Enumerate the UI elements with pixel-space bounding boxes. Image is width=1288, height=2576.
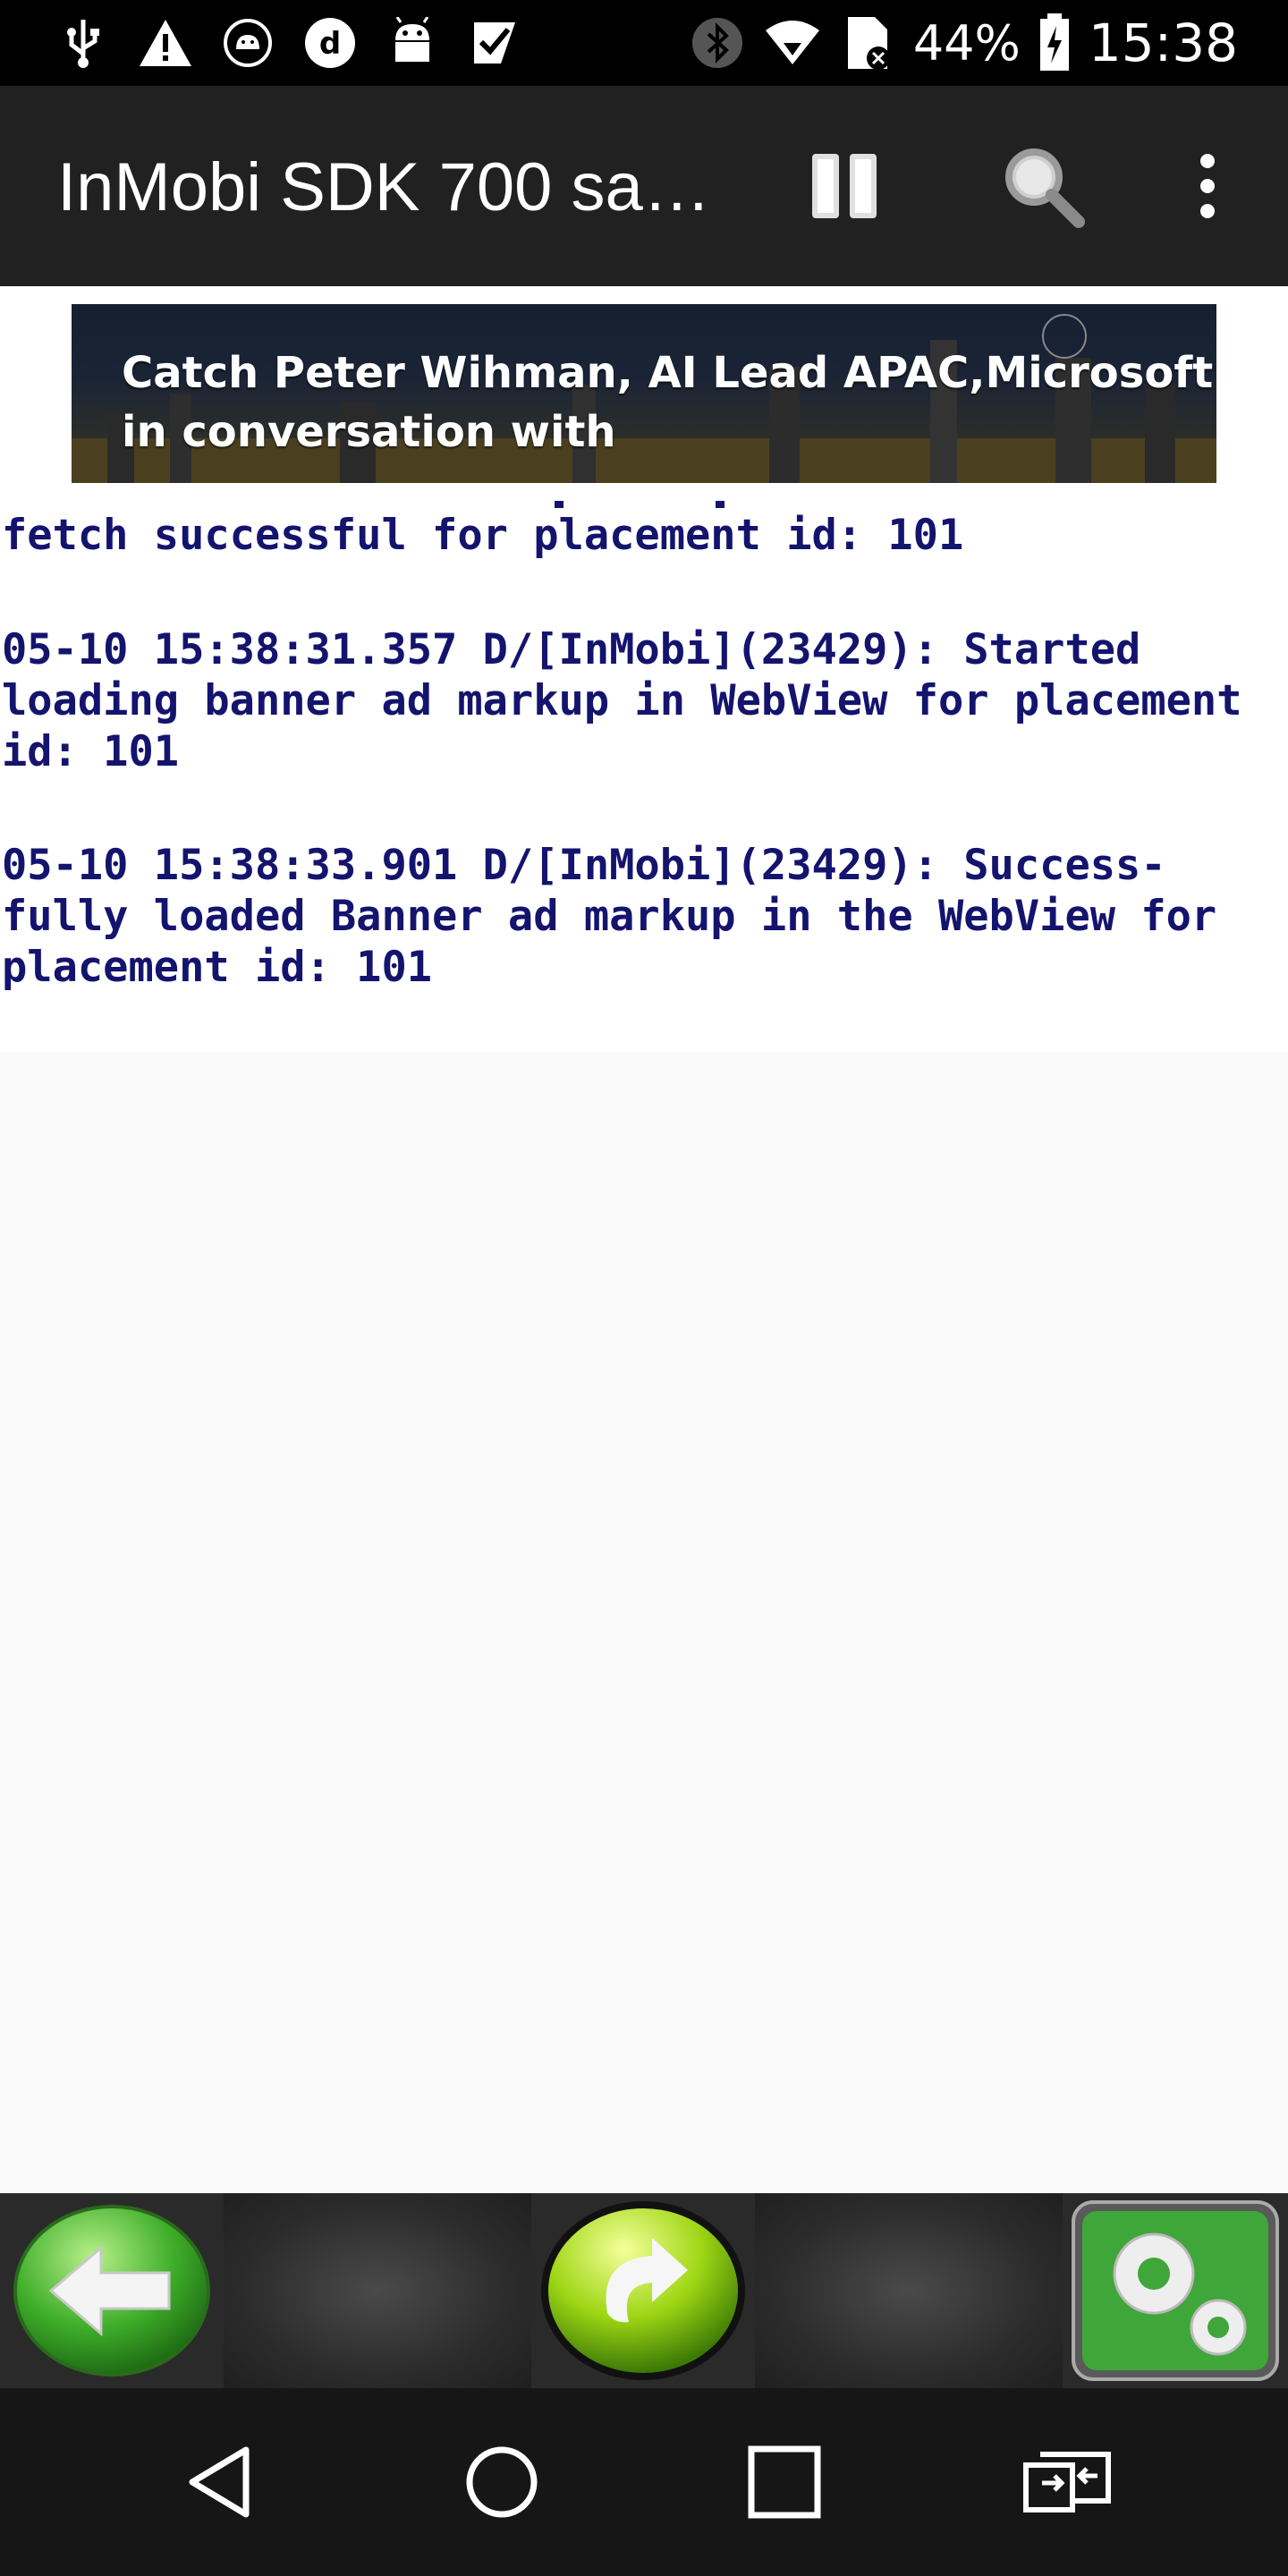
android-debug-icon: [218, 13, 277, 72]
log-entry: 05-10 15:38:33.901 D/[InMobi](23429): Su…: [2, 841, 1217, 992]
d-app-icon: d: [301, 13, 360, 72]
notification-icons: d: [54, 13, 524, 73]
toolbar-spacer: [755, 2193, 1063, 2388]
toolbar-spacer: [224, 2193, 531, 2388]
screen-mirror-icon: [1023, 2452, 1111, 2512]
android-icon: [383, 13, 442, 72]
navigation-bar: [0, 2388, 1288, 2576]
status-bar: d 44% 15:38: [0, 0, 1288, 86]
settings-button[interactable]: [1063, 2193, 1288, 2388]
nav-home-button[interactable]: [453, 2433, 551, 2531]
nav-back-icon: [189, 2446, 250, 2518]
more-options-button[interactable]: [1157, 136, 1258, 236]
warning-icon: [136, 13, 195, 72]
ad-headline: Catch Peter Wihman, AI Lead APAC,Microso…: [122, 343, 1213, 462]
search-button[interactable]: [993, 136, 1093, 236]
ad-line-1: Catch Peter Wihman, AI Lead APAC,Microso…: [122, 348, 1214, 398]
app-title: InMobi SDK 700 sa…: [57, 149, 711, 225]
log-partial-line: [555, 501, 733, 508]
pause-button[interactable]: [794, 136, 894, 236]
battery-charging-icon: [1037, 13, 1072, 72]
ad-banner[interactable]: Catch Peter Wihman, AI Lead APAC,Microso…: [72, 304, 1216, 483]
nav-recents-icon: [748, 2445, 821, 2519]
task-check-icon: [465, 13, 524, 72]
ad-line-2: in conversation with: [122, 407, 616, 457]
sim-no-signal-icon: [838, 13, 897, 72]
more-options-icon: [1200, 154, 1215, 218]
nav-recents-button[interactable]: [735, 2433, 834, 2531]
bottom-toolbar: [0, 2193, 1288, 2388]
refresh-button[interactable]: [531, 2193, 755, 2388]
system-status: 44% 15:38: [688, 0, 1238, 86]
refresh-icon: [541, 2201, 745, 2380]
log-entry: 05-10 15:38:31.357 D/[InMobi](23429): St…: [2, 625, 1242, 776]
svg-text:d: d: [319, 26, 341, 62]
back-button[interactable]: [0, 2193, 224, 2388]
log-entry: fetch successful for placement id: 101: [2, 511, 964, 560]
settings-gears-icon: [1072, 2200, 1279, 2381]
search-icon: [1005, 148, 1085, 228]
wifi-icon: [763, 13, 822, 72]
nav-back-button[interactable]: [170, 2433, 268, 2531]
back-arrow-icon: [13, 2205, 210, 2377]
screen-mirror-button[interactable]: [1018, 2433, 1116, 2531]
battery-percent: 44%: [912, 14, 1021, 72]
bluetooth-icon: [688, 13, 747, 72]
clock: 15:38: [1088, 13, 1238, 73]
app-bar: InMobi SDK 700 sa…: [0, 86, 1288, 286]
ad-container: Catch Peter Wihman, AI Lead APAC,Microso…: [0, 286, 1288, 501]
pause-icon: [812, 154, 877, 218]
nav-home-icon: [466, 2446, 538, 2518]
log-output[interactable]: fetch successful for placement id: 101 0…: [0, 501, 1288, 1052]
usb-icon: [54, 13, 113, 72]
